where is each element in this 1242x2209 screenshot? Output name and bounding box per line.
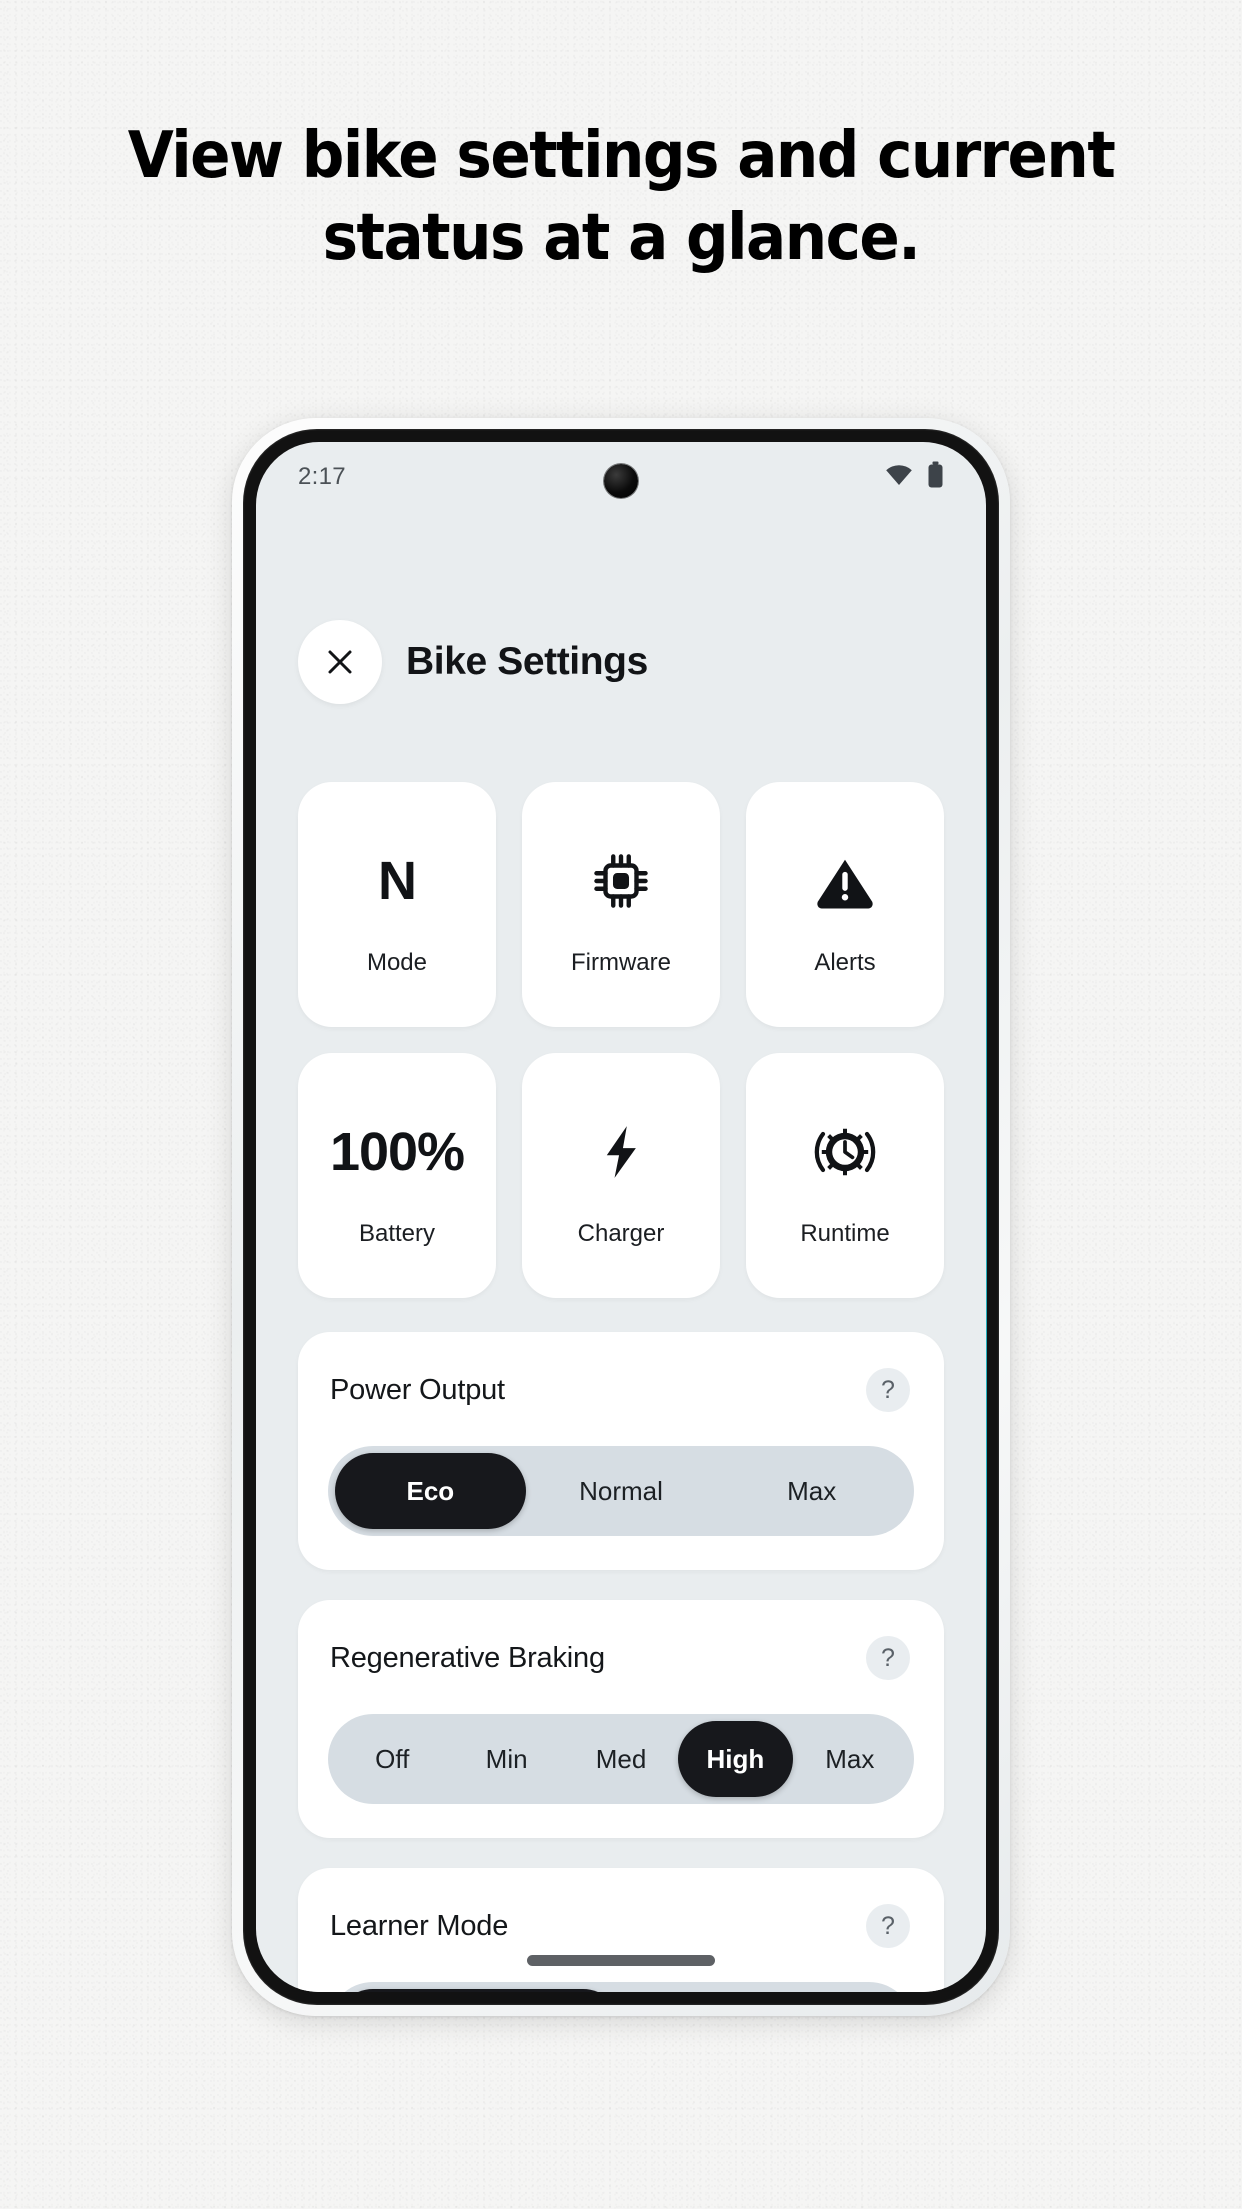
setting-card-regenerative-braking: Regenerative Braking ? Off Min Med High … [298, 1600, 944, 1838]
setting-title-power-output: Power Output [330, 1373, 505, 1406]
tile-runtime[interactable]: Runtime [746, 1053, 944, 1298]
close-icon [325, 647, 355, 677]
segment-option-max[interactable]: Max [716, 1453, 907, 1529]
tile-charger-label: Charger [577, 1219, 665, 1247]
tile-alerts[interactable]: Alerts [746, 782, 944, 1027]
segment-option-eco[interactable]: Eco [335, 1453, 526, 1529]
help-button-learner-mode[interactable]: ? [866, 1904, 910, 1948]
close-button[interactable] [298, 620, 382, 704]
setting-title-learner-mode: Learner Mode [330, 1909, 509, 1942]
phone-mockup: 2:17 Bike Settings N Mode Firmware Alert… [232, 418, 1010, 2016]
segment-option-normal[interactable]: Normal [526, 1453, 717, 1529]
tile-mode-label: Mode [366, 948, 428, 976]
segmented-control-regenerative-braking: Off Min Med High Max [328, 1714, 914, 1804]
phone-screen: 2:17 Bike Settings N Mode Firmware Alert… [256, 442, 986, 1992]
wifi-icon [884, 463, 914, 492]
help-button-regenerative-braking[interactable]: ? [866, 1636, 910, 1680]
card-header-regenerative-braking: Regenerative Braking ? [328, 1636, 914, 1680]
home-indicator[interactable] [527, 1955, 715, 1966]
front-camera-punch-hole-icon [604, 464, 638, 498]
chip-icon [590, 833, 652, 929]
status-bar-time: 2:17 [298, 463, 346, 490]
segment-option-off[interactable]: Off [335, 1721, 449, 1797]
headline-line-2: status at a glance. [322, 200, 921, 275]
tile-firmware-label: Firmware [571, 948, 671, 976]
status-bar-indicators [884, 461, 944, 494]
tile-battery[interactable]: 100% Battery [298, 1053, 496, 1298]
tile-battery-value: 100% [329, 1121, 465, 1182]
segment-option-max[interactable]: Max [793, 1721, 907, 1797]
tile-alerts-label: Alerts [814, 948, 876, 976]
tile-mode-value: N [378, 850, 417, 911]
tile-firmware[interactable]: Firmware [522, 782, 720, 1027]
card-header-power-output: Power Output ? [328, 1368, 914, 1412]
segmented-control-learner-mode: Off On [328, 1982, 914, 1992]
setting-card-learner-mode: Learner Mode ? Off On [298, 1868, 944, 1992]
status-tile-grid: N Mode Firmware Alerts 100% Battery Char… [256, 704, 986, 1298]
tile-charger[interactable]: Charger [522, 1053, 720, 1298]
runtime-icon [813, 1104, 877, 1200]
segment-option-med[interactable]: Med [564, 1721, 678, 1797]
tile-runtime-label: Runtime [800, 1219, 890, 1247]
battery-icon [927, 461, 944, 494]
segment-option-learner-on[interactable]: On [621, 1989, 907, 1992]
setting-title-regenerative-braking: Regenerative Braking [330, 1641, 605, 1674]
lightning-icon [590, 1104, 652, 1200]
segment-option-high[interactable]: High [678, 1721, 793, 1797]
headline-line-1: View bike settings and current [127, 119, 1116, 193]
tile-battery-label: Battery [358, 1219, 436, 1247]
page-title: Bike Settings [406, 640, 648, 683]
segment-option-learner-off[interactable]: Off [335, 1989, 621, 1992]
segmented-control-power-output: Eco Normal Max [328, 1446, 914, 1536]
phone-bezel: 2:17 Bike Settings N Mode Firmware Alert… [243, 429, 999, 2005]
warning-icon [814, 833, 876, 929]
app-header: Bike Settings [256, 512, 986, 704]
promo-headline: View bike settings and current status at… [43, 116, 1198, 280]
settings-card-list: Power Output ? Eco Normal Max Regenerati… [256, 1298, 986, 1992]
setting-card-power-output: Power Output ? Eco Normal Max [298, 1332, 944, 1570]
status-bar: 2:17 [256, 442, 986, 512]
tile-mode[interactable]: N Mode [298, 782, 496, 1027]
help-button-power-output[interactable]: ? [866, 1368, 910, 1412]
segment-option-min[interactable]: Min [449, 1721, 563, 1797]
card-header-learner-mode: Learner Mode ? [328, 1904, 914, 1948]
